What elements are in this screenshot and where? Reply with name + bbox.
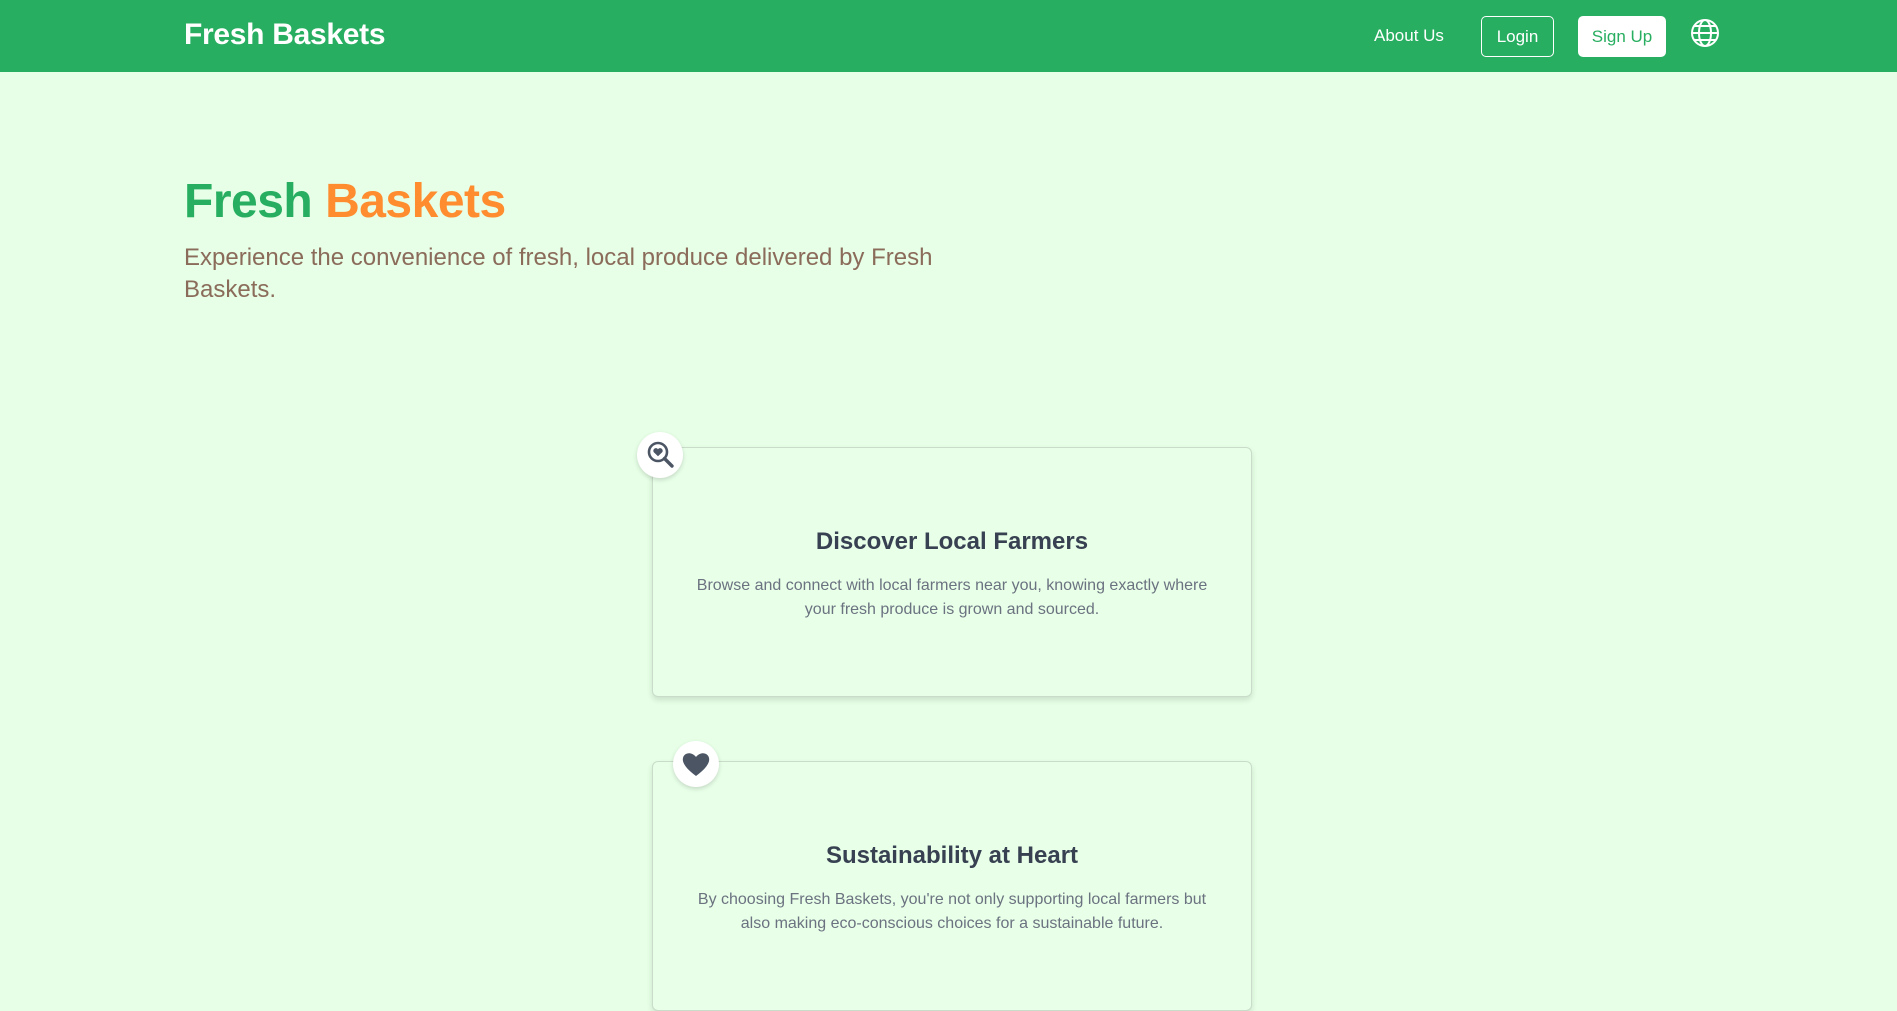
globe-icon[interactable]	[1689, 17, 1721, 49]
feature-card-sustainability: Sustainability at Heart By choosing Fres…	[652, 761, 1252, 1011]
feature-title: Discover Local Farmers	[815, 528, 1089, 555]
login-button[interactable]: Login	[1481, 16, 1554, 57]
brand-logo[interactable]: Fresh Baskets	[184, 18, 386, 52]
feature-text: By choosing Fresh Baskets, you're not on…	[697, 891, 1207, 932]
about-us-link[interactable]: About Us	[1374, 26, 1444, 46]
top-navbar: Fresh Baskets About Us Login Sign Up	[0, 0, 1897, 72]
feature-text: Browse and connect with local farmers ne…	[696, 577, 1208, 618]
hero-title: Fresh Baskets	[184, 174, 506, 229]
hero-subtitle: Experience the convenience of fresh, loc…	[184, 244, 933, 303]
hero-title-word-fresh: Fresh	[184, 175, 313, 228]
search-heart-icon	[637, 432, 683, 478]
heart-icon	[673, 741, 719, 787]
hero-title-word-baskets: Baskets	[325, 175, 506, 228]
signup-button[interactable]: Sign Up	[1578, 16, 1666, 57]
feature-card-discover: Discover Local Farmers Browse and connec…	[652, 447, 1252, 697]
feature-title: Sustainability at Heart	[825, 842, 1079, 869]
